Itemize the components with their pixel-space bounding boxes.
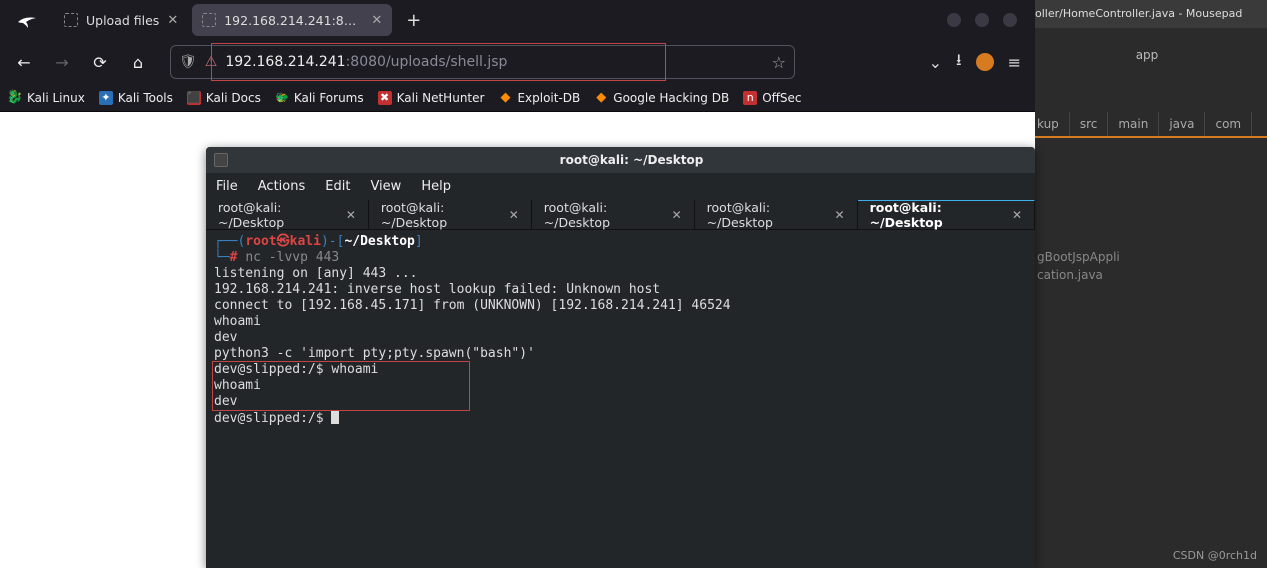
- minimize-button[interactable]: [947, 13, 961, 27]
- docs-icon: ⬛: [187, 91, 201, 105]
- mousepad-tab[interactable]: src: [1070, 112, 1109, 136]
- terminal-tab[interactable]: root@kali: ~/Desktop ✕: [369, 200, 532, 229]
- insecure-lock-icon[interactable]: ⚠: [205, 54, 218, 70]
- close-button[interactable]: [1003, 13, 1017, 27]
- bookmark-item[interactable]: 🐲 Kali Forums: [275, 91, 364, 105]
- close-icon[interactable]: ✕: [346, 208, 356, 222]
- close-icon[interactable]: ✕: [371, 13, 382, 28]
- bookmark-label: Exploit-DB: [517, 91, 580, 105]
- term-tab-label: root@kali: ~/Desktop: [381, 200, 501, 230]
- tab-title: Upload files: [86, 13, 159, 28]
- mousepad-app-label: app: [1027, 28, 1267, 82]
- close-icon[interactable]: ✕: [672, 208, 682, 222]
- pocket-icon[interactable]: ⌄: [929, 53, 942, 72]
- bookmark-item[interactable]: ⬛ Kali Docs: [187, 91, 261, 105]
- term-tab-label: root@kali: ~/Desktop: [870, 200, 1004, 230]
- foxyproxy-icon[interactable]: [976, 53, 994, 71]
- browser-tab-active[interactable]: 192.168.214.241:8080/uploa ✕: [192, 4, 392, 36]
- favicon-icon: [202, 13, 216, 27]
- menu-help[interactable]: Help: [421, 179, 451, 194]
- close-icon[interactable]: ✕: [835, 208, 845, 222]
- bookmark-item[interactable]: n OffSec: [743, 91, 801, 105]
- bookmark-label: Kali Forums: [294, 91, 364, 105]
- terminal-titlebar[interactable]: root@kali: ~/Desktop: [206, 147, 1035, 173]
- menu-icon[interactable]: ≡: [1008, 53, 1021, 72]
- menu-actions[interactable]: Actions: [258, 179, 306, 194]
- close-icon[interactable]: ✕: [509, 208, 519, 222]
- forums-icon: 🐲: [275, 91, 289, 105]
- bookmark-label: Kali Tools: [118, 91, 173, 105]
- bookmark-item[interactable]: ✦ Kali Tools: [99, 91, 173, 105]
- bookmark-label: Kali Linux: [27, 91, 85, 105]
- bookmark-label: Kali NetHunter: [397, 91, 485, 105]
- mousepad-window: oller/HomeController.java - Mousepad app…: [1027, 0, 1267, 568]
- close-icon[interactable]: ✕: [167, 13, 178, 28]
- reload-button[interactable]: ⟳: [86, 48, 114, 76]
- terminal-tab[interactable]: root@kali: ~/Desktop ✕: [532, 200, 695, 229]
- exploit-icon: ◆: [498, 91, 512, 105]
- bookmark-item[interactable]: 🐉 Kali Linux: [8, 91, 85, 105]
- mousepad-tab[interactable]: java: [1159, 112, 1205, 136]
- favicon-icon: [64, 13, 78, 27]
- tools-icon: ✦: [99, 91, 113, 105]
- dragon-icon: 🐉: [8, 91, 22, 105]
- terminal-tab[interactable]: root@kali: ~/Desktop ✕: [206, 200, 369, 229]
- terminal-menubar: File Actions Edit View Help: [206, 173, 1035, 200]
- mousepad-body: gBootJspAppli cation.java: [1027, 138, 1267, 294]
- bookmark-item[interactable]: ✖ Kali NetHunter: [378, 91, 485, 105]
- ghdb-icon: ◆: [594, 91, 608, 105]
- forward-button[interactable]: →: [48, 48, 76, 76]
- terminal-tabs: root@kali: ~/Desktop ✕ root@kali: ~/Deskt…: [206, 200, 1035, 230]
- window-controls: [947, 13, 1029, 27]
- terminal-title: root@kali: ~/Desktop: [236, 153, 1027, 167]
- offsec-icon: n: [743, 91, 757, 105]
- kali-logo-icon: [14, 6, 42, 34]
- toolbar-right: ⌄ ⭳ ≡: [929, 49, 1025, 76]
- mousepad-tab[interactable]: main: [1108, 112, 1159, 136]
- term-tab-label: root@kali: ~/Desktop: [544, 200, 664, 230]
- close-icon[interactable]: ✕: [1012, 208, 1022, 222]
- tab-title: 192.168.214.241:8080/uploa: [224, 13, 363, 28]
- new-tab-button[interactable]: +: [396, 10, 431, 31]
- home-button[interactable]: ⌂: [124, 48, 152, 76]
- terminal-tab[interactable]: root@kali: ~/Desktop ✕: [695, 200, 858, 229]
- watermark: CSDN @0rch1d: [1173, 549, 1257, 562]
- menu-edit[interactable]: Edit: [325, 179, 350, 194]
- bookmark-label: Google Hacking DB: [613, 91, 729, 105]
- maximize-button[interactable]: [975, 13, 989, 27]
- bookmark-label: OffSec: [762, 91, 801, 105]
- tab-bar: Upload files ✕ 192.168.214.241:8080/uplo…: [0, 0, 1035, 40]
- terminal-tab-active[interactable]: root@kali: ~/Desktop ✕: [858, 200, 1035, 229]
- bookmark-item[interactable]: ◆ Google Hacking DB: [594, 91, 729, 105]
- term-tab-label: root@kali: ~/Desktop: [218, 200, 338, 230]
- terminal-icon: [214, 153, 228, 167]
- bookmark-star-icon[interactable]: ☆: [772, 53, 786, 72]
- terminal-body[interactable]: ┌──(root㉿kali)-[~/Desktop] └─# nc -lvvp …: [206, 230, 1035, 568]
- nethunter-icon: ✖: [378, 91, 392, 105]
- menu-file[interactable]: File: [216, 179, 238, 194]
- term-tab-label: root@kali: ~/Desktop: [707, 200, 827, 230]
- address-bar[interactable]: 🛡 ⚠ 192.168.214.241:8080/uploads/shell.j…: [170, 45, 795, 79]
- mousepad-title: oller/HomeController.java - Mousepad: [1027, 0, 1267, 28]
- url-text: 192.168.214.241:8080/uploads/shell.jsp: [225, 54, 763, 70]
- mousepad-tabs: kup src main java com: [1027, 112, 1267, 138]
- bookmark-label: Kali Docs: [206, 91, 261, 105]
- mousepad-tab[interactable]: com: [1205, 112, 1252, 136]
- bookmark-item[interactable]: ◆ Exploit-DB: [498, 91, 580, 105]
- editor-text: cation.java: [1037, 266, 1257, 284]
- terminal-window: root@kali: ~/Desktop File Actions Edit V…: [206, 147, 1035, 568]
- bookmarks-bar: 🐉 Kali Linux ✦ Kali Tools ⬛ Kali Docs 🐲 Kali…: [0, 84, 1035, 112]
- shield-icon[interactable]: 🛡: [179, 54, 197, 70]
- browser-tab[interactable]: Upload files ✕: [54, 4, 188, 36]
- back-button[interactable]: ←: [10, 48, 38, 76]
- cursor: [331, 410, 339, 424]
- downloads-icon[interactable]: ⭳: [956, 49, 962, 76]
- nav-toolbar: ← → ⟳ ⌂ 🛡 ⚠ 192.168.214.241:8080/uploads…: [0, 40, 1035, 84]
- editor-text: gBootJspAppli: [1037, 248, 1257, 266]
- menu-view[interactable]: View: [370, 179, 401, 194]
